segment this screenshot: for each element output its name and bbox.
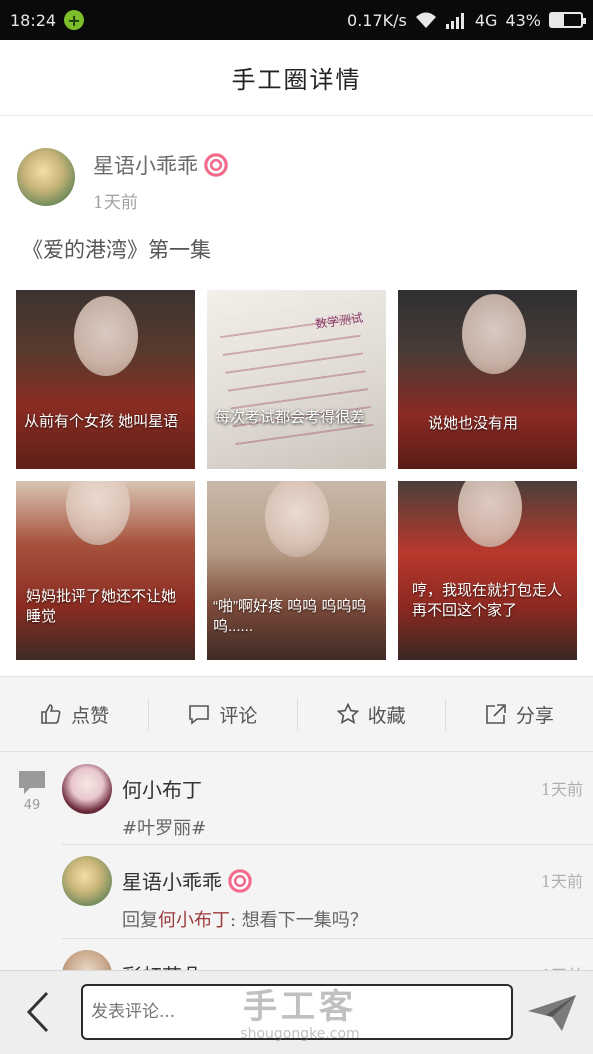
network-speed: 0.17K/s bbox=[347, 10, 407, 30]
back-button[interactable] bbox=[18, 989, 58, 1035]
paper-plane-icon bbox=[528, 995, 576, 1031]
commenter-avatar[interactable] bbox=[62, 856, 112, 906]
commenter-name[interactable]: 何小布丁 bbox=[122, 774, 202, 803]
image-caption: 从前有个女孩 她叫星语 bbox=[24, 413, 179, 430]
doll-image bbox=[265, 481, 329, 557]
comment-time: 1天前 bbox=[541, 962, 583, 970]
share-button[interactable]: 分享 bbox=[444, 677, 593, 751]
doll-image bbox=[462, 294, 526, 374]
battery-icon bbox=[549, 12, 586, 28]
doll-image bbox=[458, 481, 522, 547]
page-header: 手工圈详情 bbox=[0, 40, 593, 116]
status-time: 18:24 bbox=[10, 10, 57, 30]
author-name[interactable]: 星语小乖乖 bbox=[93, 150, 228, 180]
comment-label: 评论 bbox=[219, 704, 258, 727]
wifi-icon bbox=[415, 12, 436, 28]
image-caption: 哼，我现在就打包走人再不回这个家了 bbox=[412, 582, 563, 619]
comment-count: 49 bbox=[17, 770, 47, 813]
doll-image bbox=[66, 481, 130, 545]
reply-body: : 想看下一集吗？ bbox=[230, 910, 368, 931]
comment-item[interactable]: 星语小乖乖 1天前 回复何小布丁: 想看下一集吗？ bbox=[62, 856, 593, 936]
favorite-button[interactable]: 收藏 bbox=[296, 677, 445, 751]
comment-text: 回复何小布丁: 想看下一集吗？ bbox=[122, 906, 368, 932]
lollipop-icon bbox=[204, 153, 228, 177]
comment-time: 1天前 bbox=[540, 872, 583, 891]
comment-time: 1天前 bbox=[540, 780, 583, 799]
reply-prefix: 回复 bbox=[122, 910, 158, 931]
comment-count-icon bbox=[19, 771, 45, 794]
chevron-left-icon bbox=[26, 991, 49, 1033]
commenter-avatar[interactable] bbox=[62, 950, 112, 970]
favorite-label: 收藏 bbox=[367, 704, 406, 727]
post-time: 1天前 bbox=[93, 193, 138, 213]
commenter-name-text: 何小布丁 bbox=[122, 778, 202, 802]
star-icon bbox=[336, 702, 359, 724]
image-caption: 妈妈批评了她还不让她睡觉 bbox=[26, 588, 177, 625]
app-notification-icon: + bbox=[64, 10, 85, 30]
comment-input-wrapper[interactable] bbox=[81, 984, 513, 1040]
image-grid: 从前有个女孩 她叫星语 数学测试 每次考试都会考得很差 说她也没有用 妈妈批评了… bbox=[16, 290, 577, 660]
reply-mention[interactable]: 何小布丁 bbox=[158, 910, 230, 931]
author-name-text: 星语小乖乖 bbox=[93, 154, 198, 178]
commenter-name[interactable]: 星语小乖乖 bbox=[122, 866, 252, 895]
like-button[interactable]: 点赞 bbox=[0, 677, 148, 751]
comment-item[interactable]: 何小布丁 1天前 #叶罗丽# bbox=[62, 764, 593, 844]
comment-divider bbox=[62, 938, 593, 939]
comment-divider bbox=[62, 844, 593, 845]
post-image[interactable]: 数学测试 每次考试都会考得很差 bbox=[207, 290, 386, 469]
comment-list: 49 何小布丁 1天前 #叶罗丽# 星语小乖乖 1天前 回复何小布丁: 想看下一… bbox=[0, 752, 593, 970]
share-label: 分享 bbox=[515, 704, 554, 727]
commenter-name[interactable]: 彩虹花朵 bbox=[122, 960, 202, 970]
post-image[interactable]: 说她也没有用 bbox=[398, 290, 577, 469]
status-bar: 18:24 + 0.17K/s 4G 43% bbox=[0, 0, 593, 40]
comment-input-bar: 手工客 shougongke.com bbox=[0, 970, 593, 1054]
commenter-name-text: 彩虹花朵 bbox=[122, 960, 202, 970]
author-info: 星语小乖乖 1天前 bbox=[93, 148, 228, 213]
comment-item[interactable]: 彩虹花朵 1天前 bbox=[62, 950, 593, 970]
post-image[interactable]: 妈妈批评了她还不让她睡觉 bbox=[16, 481, 195, 660]
commenter-avatar[interactable] bbox=[62, 764, 112, 814]
comment-bubble-icon bbox=[189, 705, 210, 725]
comment-button[interactable]: 评论 bbox=[148, 677, 296, 751]
post-author[interactable]: 星语小乖乖 1天前 bbox=[17, 148, 228, 213]
thumbs-up-icon bbox=[41, 704, 61, 724]
battery-percent: 43% bbox=[505, 10, 541, 30]
comment-input[interactable] bbox=[83, 986, 511, 1038]
post-image[interactable]: “啪”啊好疼 呜呜 呜呜呜呜...... bbox=[207, 481, 386, 660]
doll-image bbox=[74, 296, 138, 376]
lollipop-icon bbox=[228, 868, 252, 893]
post-image[interactable]: 哼，我现在就打包走人再不回这个家了 bbox=[398, 481, 577, 660]
send-button[interactable] bbox=[525, 991, 579, 1035]
like-label: 点赞 bbox=[71, 704, 110, 727]
commenter-name-text: 星语小乖乖 bbox=[122, 870, 222, 894]
comment-count-value: 49 bbox=[23, 798, 41, 813]
network-type: 4G bbox=[474, 10, 498, 30]
image-caption: 说她也没有用 bbox=[428, 415, 519, 432]
image-caption: 每次考试都会考得很差 bbox=[215, 409, 366, 426]
comment-text: #叶罗丽# bbox=[122, 818, 207, 839]
page-title: 手工圈详情 bbox=[231, 66, 362, 94]
signal-icon bbox=[445, 13, 464, 29]
action-bar: 点赞 评论 收藏 分享 bbox=[0, 676, 593, 752]
post-text: 《爱的港湾》第一集 bbox=[22, 238, 211, 262]
author-avatar[interactable] bbox=[17, 148, 75, 206]
post-image[interactable]: 从前有个女孩 她叫星语 bbox=[16, 290, 195, 469]
share-icon bbox=[486, 704, 506, 724]
image-caption: “啪”啊好疼 呜呜 呜呜呜呜...... bbox=[213, 598, 367, 635]
